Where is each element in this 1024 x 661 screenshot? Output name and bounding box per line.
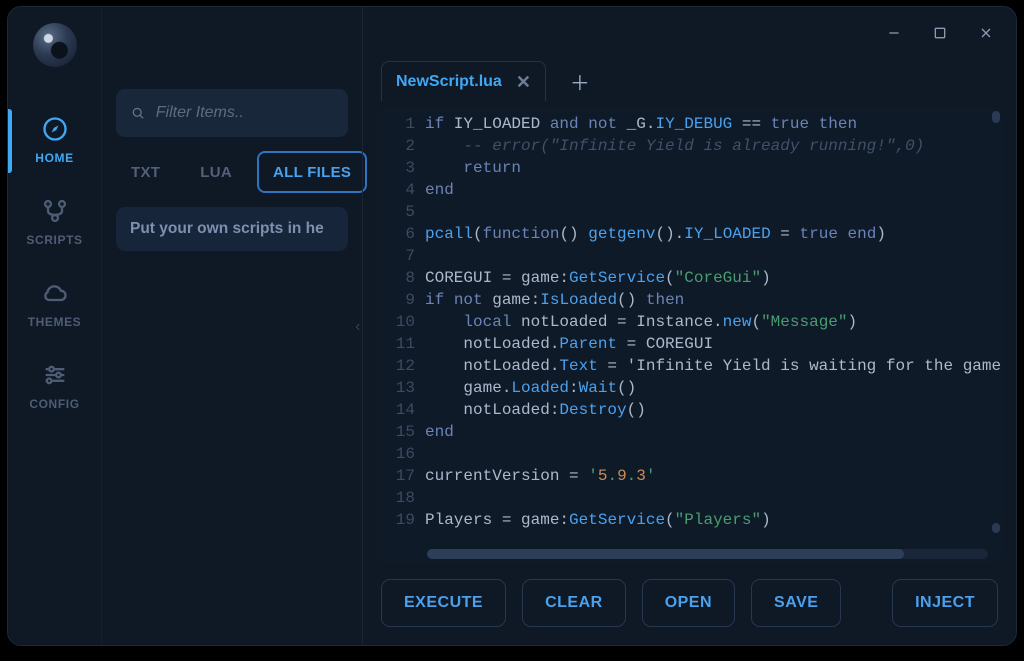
collapse-panel-button[interactable] [352,307,364,347]
code-editor[interactable]: 12345678910111213141516171819 if IY_LOAD… [377,107,1002,563]
compass-icon [41,115,69,143]
minimize-button[interactable] [878,17,910,49]
sidebar-item-home[interactable]: HOME [8,101,101,183]
maximize-button[interactable] [924,17,956,49]
execute-button[interactable]: EXECUTE [381,579,506,627]
sidebar-item-scripts[interactable]: SCRIPTS [8,183,101,265]
tab-close-button[interactable]: ✕ [516,73,531,91]
sidebar-item-themes[interactable]: THEMES [8,265,101,347]
sidebar-item-label: SCRIPTS [26,233,82,247]
plus-icon: ＋ [570,67,590,96]
inject-button[interactable]: INJECT [892,579,998,627]
editor-horizontal-scrollbar[interactable] [427,549,988,559]
sidebar-item-label: HOME [35,151,73,165]
line-gutter: 12345678910111213141516171819 [377,107,425,563]
tab-newscript[interactable]: NewScript.lua ✕ [381,61,546,101]
tab-label: NewScript.lua [396,73,502,91]
main-area: NewScript.lua ✕ ＋ 1234567891011121314151… [363,7,1016,645]
search-box[interactable] [116,89,348,137]
editor-scroll-up-indicator[interactable] [992,111,1000,123]
cloud-icon [41,279,69,307]
filter-txt-button[interactable]: TXT [116,151,175,193]
sliders-icon [41,361,69,389]
minimize-icon [886,25,902,41]
sidebar: HOME SCRIPTS THEMES CONFIG [8,7,102,645]
filter-lua-button[interactable]: LUA [185,151,247,193]
window-controls [878,17,1002,49]
search-icon [130,104,146,122]
filter-all-button[interactable]: ALL FILES [257,151,367,193]
save-button[interactable]: SAVE [751,579,841,627]
app-window: HOME SCRIPTS THEMES CONFIG [7,6,1017,646]
chevron-left-icon [353,319,363,335]
sidebar-item-label: THEMES [28,315,82,329]
tab-bar: NewScript.lua ✕ ＋ [363,61,1016,107]
panel-divider [362,7,363,645]
editor-scroll-down-indicator[interactable] [992,523,1000,533]
file-panel: TXT LUA ALL FILES Put your own scripts i… [102,7,362,645]
app-logo [33,23,77,67]
close-icon [978,25,994,41]
branch-icon [41,197,69,225]
close-button[interactable] [970,17,1002,49]
search-input[interactable] [156,104,334,122]
clear-button[interactable]: CLEAR [522,579,626,627]
open-button[interactable]: OPEN [642,579,735,627]
action-bar: EXECUTE CLEAR OPEN SAVE INJECT [363,563,1016,645]
code-content[interactable]: if IY_LOADED and not _G.IY_DEBUG == true… [425,107,1002,563]
maximize-icon [932,25,948,41]
sidebar-item-label: CONFIG [29,397,79,411]
script-list-item[interactable]: Put your own scripts in he [116,207,348,251]
sidebar-item-config[interactable]: CONFIG [8,347,101,429]
filter-row: TXT LUA ALL FILES [116,151,348,193]
tab-add-button[interactable]: ＋ [564,65,596,97]
